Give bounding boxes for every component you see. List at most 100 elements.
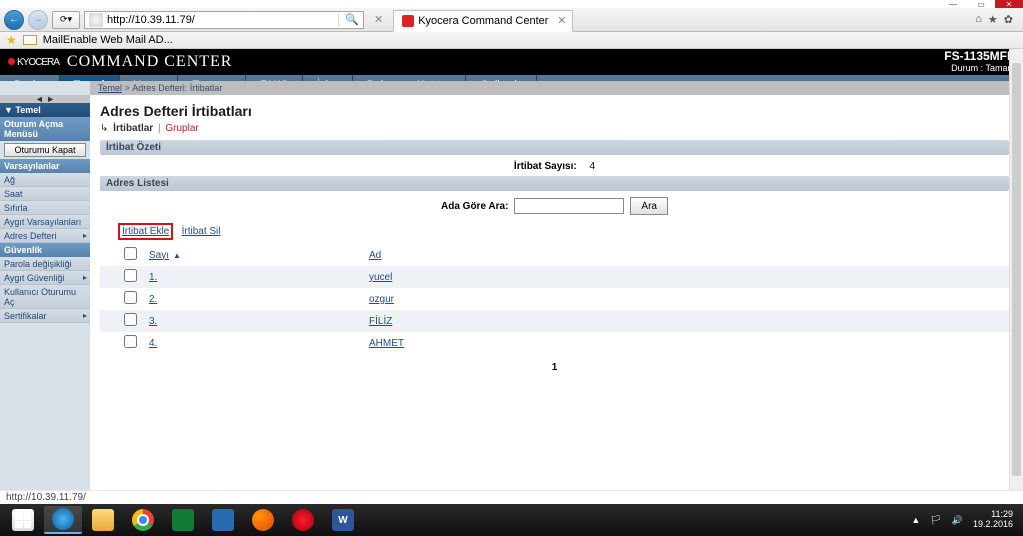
logout-button[interactable]: Oturumu Kapat	[4, 143, 86, 157]
window-close-button[interactable]: ✕	[995, 0, 1023, 8]
search-button[interactable]: Ara	[630, 197, 668, 215]
sidebar-item-aygit-guvenligi[interactable]: Aygıt Güvenliği	[0, 271, 90, 285]
start-button[interactable]	[4, 506, 42, 534]
browser-search-icon[interactable]: 🔍	[338, 13, 359, 26]
contact-count-label: İrtibat Sayısı:	[514, 161, 577, 172]
add-contact-highlight: İrtibat Ekle	[118, 223, 173, 240]
sidebar-group-oturum: Oturum Açma Menüsü	[0, 117, 90, 141]
table-row: 1. yucel	[100, 266, 1009, 288]
breadcrumb: Temel > Adres Defteri: İrtibatlar	[90, 81, 1010, 95]
row-number-link[interactable]: 3.	[149, 316, 157, 327]
device-status: Durum : Tamam	[944, 64, 1015, 74]
section-summary-header: İrtibat Özeti	[100, 140, 1009, 155]
home-icon[interactable]: ⌂	[975, 13, 982, 26]
add-favorite-icon[interactable]: ★	[6, 33, 17, 47]
taskbar-chrome[interactable]	[124, 506, 162, 534]
main-content: Adres Defteri İrtibatları ↳ İrtibatlar |…	[98, 95, 1023, 490]
browser-tab[interactable]: Kyocera Command Center ✕	[393, 10, 573, 32]
taskbar-store[interactable]	[164, 506, 202, 534]
sidebar-item-ag[interactable]: Ağ	[0, 173, 90, 187]
row-checkbox[interactable]	[124, 269, 137, 282]
row-name-link[interactable]: FİLİZ	[369, 316, 392, 327]
taskbar-app1[interactable]	[204, 506, 242, 534]
page-scrollbar[interactable]	[1009, 49, 1023, 490]
window-titlebar: — ▭ ✕	[0, 0, 1023, 8]
tab-favicon-icon	[402, 15, 414, 27]
add-contact-link[interactable]: İrtibat Ekle	[122, 226, 169, 237]
sidebar: Temel > Adres Defteri: İrtibatlar ◄ ► ▼ …	[0, 81, 90, 490]
delete-contact-link[interactable]: İrtibat Sil	[182, 226, 221, 237]
page-title: Adres Defteri İrtibatları	[100, 103, 1009, 119]
row-number-link[interactable]: 4.	[149, 338, 157, 349]
browser-url-text: http://10.39.11.79/	[107, 14, 195, 26]
sidebar-item-saat[interactable]: Saat	[0, 187, 90, 201]
browser-refresh-dropdown[interactable]: ⟳▾	[52, 11, 80, 29]
taskbar-word[interactable]: W	[324, 506, 362, 534]
tray-flag-icon[interactable]: 🏳	[930, 515, 941, 526]
pagination: 1	[100, 354, 1009, 381]
taskbar-opera[interactable]	[284, 506, 322, 534]
mail-icon	[23, 35, 37, 45]
taskbar-firefox[interactable]	[244, 506, 282, 534]
taskbar: W ▲ 🏳 🔊 11:29 19.2.2016	[0, 504, 1023, 536]
row-number-link[interactable]: 1.	[149, 272, 157, 283]
tab-close-icon[interactable]: ✕	[557, 14, 566, 27]
sidebar-toggle[interactable]: ◄ ►	[0, 95, 90, 103]
sidebar-item-sifirla[interactable]: Sıfırla	[0, 201, 90, 215]
taskbar-explorer[interactable]	[84, 506, 122, 534]
row-checkbox[interactable]	[124, 335, 137, 348]
page-favicon-icon	[89, 13, 103, 27]
row-checkbox[interactable]	[124, 291, 137, 304]
col-number-header[interactable]: Sayı	[149, 250, 169, 261]
tools-icon[interactable]: ✿	[1004, 13, 1013, 26]
window-maximize-button[interactable]: ▭	[967, 0, 995, 8]
table-row: 2. ozgur	[100, 288, 1009, 310]
taskbar-clock[interactable]: 11:29 19.2.2016	[973, 510, 1013, 530]
kyocera-logo-icon	[8, 58, 15, 65]
search-input[interactable]	[514, 198, 624, 214]
tab-title: Kyocera Command Center	[418, 15, 548, 27]
row-name-link[interactable]: yucel	[369, 272, 392, 283]
section-list-header: Adres Listesi	[100, 176, 1009, 191]
sidebar-section-temel[interactable]: ▼ Temel	[0, 103, 90, 117]
sidebar-item-sertifikalar[interactable]: Sertifikalar	[0, 309, 90, 323]
tray-volume-icon[interactable]: 🔊	[952, 515, 963, 526]
browser-stop-icon[interactable]: ✕	[374, 13, 383, 26]
scrollbar-thumb[interactable]	[1012, 63, 1021, 476]
table-row: 4. AHMET	[100, 332, 1009, 354]
search-row: Ada Göre Ara: Ara	[100, 193, 1009, 219]
subtab-irtibatlar[interactable]: İrtibatlar	[113, 123, 153, 134]
tray-overflow-icon[interactable]: ▲	[911, 515, 920, 525]
favorite-icon[interactable]: ★	[988, 13, 998, 26]
system-tray: ▲ 🏳 🔊 11:29 19.2.2016	[911, 510, 1019, 530]
favorite-link[interactable]: MailEnable Web Mail AD...	[43, 34, 173, 46]
contact-count-value: 4	[590, 161, 596, 172]
sidebar-item-adres-defteri[interactable]: Adres Defteri	[0, 229, 90, 243]
breadcrumb-root-link[interactable]: Temel	[98, 83, 122, 93]
subtab-gruplar[interactable]: Gruplar	[165, 123, 198, 134]
status-text: http://10.39.11.79/	[6, 492, 86, 503]
app-header: KYOCERA COMMAND CENTER FS-1135MFP Durum …	[0, 49, 1023, 75]
search-label: Ada Göre Ara:	[441, 201, 508, 212]
page-content: KYOCERA COMMAND CENTER FS-1135MFP Durum …	[0, 49, 1023, 490]
browser-back-button[interactable]: ←	[4, 10, 24, 30]
browser-url-box[interactable]: http://10.39.11.79/ 🔍	[84, 11, 364, 29]
select-all-checkbox[interactable]	[124, 247, 137, 260]
app-title: COMMAND CENTER	[67, 53, 233, 71]
row-name-link[interactable]: ozgur	[369, 294, 394, 305]
sidebar-item-parola[interactable]: Parola değişikliği	[0, 257, 90, 271]
sidebar-item-aygit-varsayilanlari[interactable]: Aygıt Varsayılanları	[0, 215, 90, 229]
row-checkbox[interactable]	[124, 313, 137, 326]
sidebar-group-guvenlik: Güvenlik	[0, 243, 90, 257]
subtab-arrow-icon: ↳	[100, 123, 108, 134]
col-name-header[interactable]: Ad	[369, 250, 381, 261]
row-name-link[interactable]: AHMET	[369, 338, 404, 349]
sort-asc-icon: ▲	[173, 251, 181, 260]
taskbar-ie[interactable]	[44, 506, 82, 534]
row-number-link[interactable]: 2.	[149, 294, 157, 305]
sidebar-item-kullanici-oturumu[interactable]: Kullanıcı Oturumu Aç	[0, 285, 90, 309]
browser-status-bar: http://10.39.11.79/	[0, 490, 1023, 504]
browser-forward-button[interactable]: →	[28, 10, 48, 30]
window-minimize-button[interactable]: —	[939, 0, 967, 8]
browser-toolbar: ← → ⟳▾ http://10.39.11.79/ 🔍 ✕ Kyocera C…	[0, 8, 1023, 32]
